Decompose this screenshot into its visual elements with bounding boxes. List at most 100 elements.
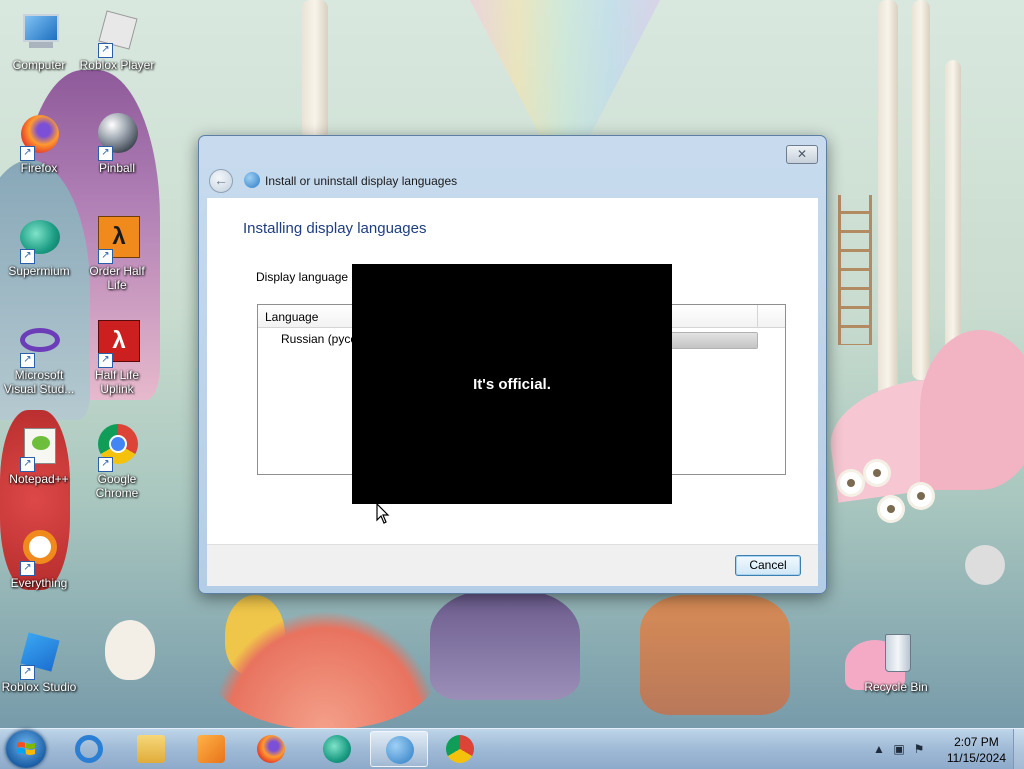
window-title: Install or uninstall display languages: [265, 174, 458, 188]
back-button[interactable]: ←: [209, 169, 233, 193]
computer-icon: [16, 10, 62, 56]
roblox-studio-icon: ↗: [16, 632, 62, 680]
show-hidden-icons-icon[interactable]: ▲: [872, 742, 886, 756]
ie-icon: [75, 735, 103, 763]
desktop-icon-label: Half Life Uplink: [94, 368, 140, 396]
clock-time: 2:07 PM: [954, 735, 999, 749]
desktop-icon-label: Notepad++: [9, 472, 69, 486]
desktop-icon-computer[interactable]: Computer: [1, 10, 77, 72]
roblox-player-icon: ↗: [94, 10, 140, 58]
pinball-icon: ↗: [94, 113, 140, 161]
desktop-icon-firefox[interactable]: ↗ Firefox: [1, 113, 77, 175]
desktop-icon-label: Google Chrome: [95, 472, 139, 500]
close-button[interactable]: ✕: [786, 145, 818, 164]
page-heading: Installing display languages: [243, 220, 427, 237]
wallpaper-tree: [912, 0, 930, 380]
wallpaper-tree: [878, 0, 898, 400]
chrome-icon: [446, 735, 474, 763]
shortcut-arrow-icon: ↗: [98, 146, 113, 161]
wallpaper-flower: [866, 462, 888, 484]
shortcut-arrow-icon: ↗: [20, 249, 35, 264]
shortcut-arrow-icon: ↗: [98, 457, 113, 472]
taskbar-file-explorer[interactable]: [122, 731, 180, 767]
desktop-icon-notepad-plus-plus[interactable]: ↗ Notepad++: [1, 424, 77, 486]
desktop-icon-label: Order Half Life: [89, 264, 145, 292]
wallpaper-ladder: [838, 195, 872, 345]
show-desktop-button[interactable]: [1013, 729, 1024, 769]
network-icon[interactable]: ▣: [892, 742, 906, 756]
wallpaper-character: [430, 590, 580, 700]
desktop-icon-label: Recycle Bin: [864, 680, 928, 694]
recycle-bin-icon: [873, 632, 919, 678]
shortcut-arrow-icon: ↗: [20, 457, 35, 472]
taskbar-supermium[interactable]: [308, 731, 366, 767]
firefox-icon: [257, 735, 285, 763]
supermium-icon: ↗: [16, 216, 62, 264]
wallpaper-tree: [302, 0, 328, 140]
desktop-icon-roblox-player[interactable]: ↗ Roblox Player: [79, 10, 155, 72]
taskbar-chrome[interactable]: [431, 731, 489, 767]
wallpaper-flower: [910, 485, 932, 507]
half-life-uplink-icon: λ ↗: [94, 320, 140, 368]
taskbar-media-player[interactable]: [182, 731, 240, 767]
desktop-icon-pinball[interactable]: ↗ Pinball: [79, 113, 155, 175]
overlay-popup[interactable]: It's official.: [352, 264, 672, 504]
install-progress-fill: [672, 333, 757, 348]
desktop-icon-label: Everything: [10, 576, 68, 590]
desktop-icon-roblox-studio[interactable]: ↗ Roblox Studio: [1, 632, 77, 694]
wallpaper-tree: [945, 60, 961, 360]
wallpaper-rainbow: [470, 0, 660, 140]
desktop-icon-label: Computer: [12, 58, 66, 72]
shortcut-arrow-icon: ↗: [98, 43, 113, 58]
desktop-icon-google-chrome[interactable]: ↗ Google Chrome: [79, 424, 155, 500]
desktop-icon-half-life-uplink[interactable]: λ ↗ Half Life Uplink: [79, 320, 155, 396]
supermium-icon: [323, 735, 351, 763]
shortcut-arrow-icon: ↗: [98, 249, 113, 264]
column-divider: [757, 305, 758, 327]
shortcut-arrow-icon: ↗: [20, 665, 35, 680]
language-globe-icon: [244, 172, 260, 188]
taskbar-firefox[interactable]: [242, 731, 300, 767]
desktop-icon-recycle-bin[interactable]: Recycle Bin: [858, 632, 934, 694]
firefox-icon: ↗: [16, 113, 62, 161]
system-tray: ▲ ▣ ⚑ 2:07 PM 11/15/2024: [864, 729, 1024, 769]
desktop-icon-label: Firefox: [20, 161, 58, 175]
shortcut-arrow-icon: ↗: [20, 561, 35, 576]
taskbar-internet-explorer[interactable]: [60, 731, 118, 767]
status-label: Display language i: [256, 270, 355, 284]
desktop-icon-label: Roblox Studio: [1, 680, 77, 694]
wallpaper-flower: [880, 498, 902, 520]
explorer-icon: [137, 735, 165, 763]
start-button[interactable]: [6, 730, 46, 768]
desktop-icon-label: Microsoft Visual Stud...: [3, 368, 75, 396]
desktop-icon-supermium[interactable]: ↗ Supermium: [1, 216, 77, 278]
desktop-icon-label: Supermium: [8, 264, 70, 278]
cancel-button[interactable]: Cancel: [735, 555, 801, 576]
window-navigation-bar: ← Install or uninstall display languages: [207, 168, 817, 194]
half-life-icon: λ ↗: [94, 216, 140, 264]
wallpaper-character: [640, 595, 790, 715]
list-item-language[interactable]: Russian (pycc: [281, 332, 356, 346]
visual-studio-icon: ↗: [16, 320, 62, 368]
wallpaper-chicken: [105, 620, 155, 680]
chrome-icon: ↗: [94, 424, 140, 472]
system-clock[interactable]: 2:07 PM 11/15/2024: [947, 734, 1006, 766]
shortcut-arrow-icon: ↗: [20, 146, 35, 161]
window-footer: Cancel: [207, 544, 818, 586]
windows-logo-icon: [17, 742, 35, 755]
overlay-message: It's official.: [473, 376, 551, 393]
desktop-icon-order-half-life[interactable]: λ ↗ Order Half Life: [79, 216, 155, 292]
column-header-language[interactable]: Language: [265, 310, 318, 324]
language-setup-icon: [386, 736, 414, 764]
desktop-icon-label: Roblox Player: [79, 58, 155, 72]
taskbar-language-setup[interactable]: [370, 731, 428, 767]
action-center-flag-icon[interactable]: ⚑: [912, 742, 926, 756]
desktop-icon-visual-studio[interactable]: ↗ Microsoft Visual Stud...: [1, 320, 77, 396]
shortcut-arrow-icon: ↗: [20, 353, 35, 368]
desktop-icon-everything[interactable]: ↗ Everything: [1, 528, 77, 590]
taskbar: ▲ ▣ ⚑ 2:07 PM 11/15/2024: [0, 728, 1024, 769]
notepad-plus-plus-icon: ↗: [16, 424, 62, 472]
everything-icon: ↗: [16, 528, 62, 576]
media-player-icon: [197, 735, 225, 763]
wallpaper-mouse: [965, 545, 1005, 585]
